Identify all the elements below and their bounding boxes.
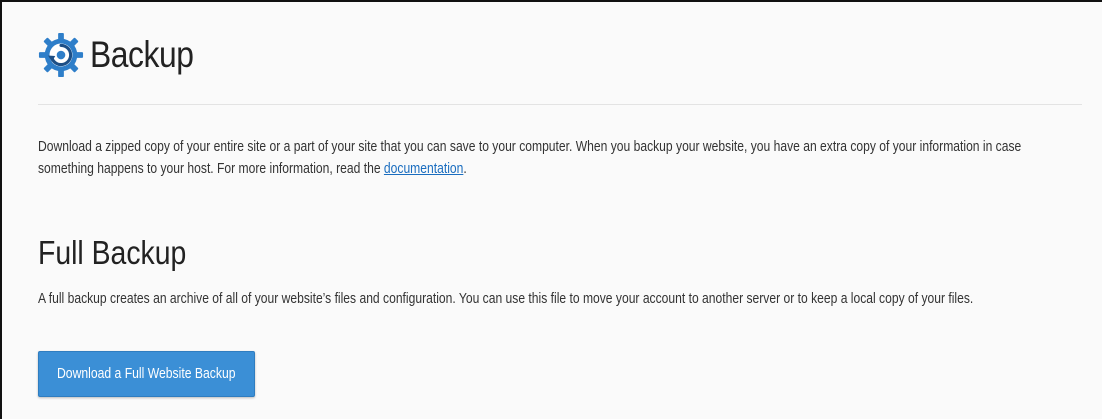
header-divider [38, 104, 1082, 105]
documentation-link[interactable]: documentation [384, 161, 463, 177]
full-backup-heading: Full Backup [38, 234, 187, 271]
intro-suffix: . [463, 161, 467, 177]
page-title: Backup [90, 34, 194, 75]
download-full-backup-label: Download a Full Website Backup [57, 366, 236, 382]
download-full-backup-button[interactable]: Download a Full Website Backup [38, 351, 255, 397]
intro-text: Download a zipped copy of your entire si… [38, 136, 1040, 180]
backup-gear-icon [38, 32, 84, 78]
intro-body: Download a zipped copy of your entire si… [38, 139, 1022, 177]
full-backup-description: A full backup creates an archive of all … [38, 291, 974, 307]
page-header: Backup [38, 32, 210, 78]
page-frame: Backup Download a zipped copy of your en… [0, 0, 1102, 419]
